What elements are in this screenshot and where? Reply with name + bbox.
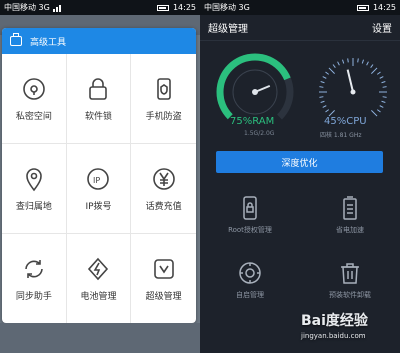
manage-tools-grid: Root授权管理 省电加速 自启管理 预装软件卸载 [200,185,400,315]
cpu-gauge-tick [320,81,325,84]
battery-bolt-icon [84,255,112,283]
cpu-gauge-tick [370,64,374,69]
yuan-icon [150,165,178,193]
settings-button[interactable]: 设置 [372,20,392,35]
tool-label: 预装软件卸载 [329,291,371,299]
cpu-gauge-tick [332,64,336,69]
svg-text:IP: IP [93,176,100,185]
ram-value: 75%RAM [230,116,275,127]
cpu-gauge-tick [361,59,364,64]
tool-recharge[interactable]: 话费充值 [131,144,196,234]
cpu-gauge-tick [328,67,335,74]
cpu-gauge-tick [376,71,381,75]
status-bar: 中国移动 3G 14:25 [200,0,400,15]
watermark-text: Bai度经验 [301,313,368,329]
tool-battery[interactable]: 电池管理 [67,234,132,323]
tool-uninstall-preinstalled[interactable]: 预装软件卸载 [300,245,400,315]
cpu-gauge-tick [379,105,384,108]
cpu-gauge-tick [379,76,384,79]
carrier-label: 中国移动 3G [4,3,50,12]
tool-app-lock[interactable]: 软件锁 [66,54,132,144]
cpu-gauge-tick [347,58,349,63]
battery-icon [356,4,369,11]
tool-label: 手机防盗 [145,112,182,122]
tool-super-manage[interactable]: 超级管理 [131,234,196,323]
signal-icon [52,4,61,12]
baidu-watermark: Bai度经验 jingyan.baidu.com [301,310,397,350]
tool-label: 话费充值 [145,202,182,212]
advanced-tools-panel: 高级工具 私密空间 软件锁 手机防盗 查归属地 IP IP拨号 话费充值 同步助… [2,28,196,323]
battery-icon [343,196,357,220]
cpu-gauge-tick [382,96,387,98]
tool-label: 超级管理 [145,292,182,302]
phone-lock-icon [243,196,257,220]
battery-icon [156,4,169,11]
tool-root-auth[interactable]: Root授权管理 [200,185,300,245]
cpu-gauge-tick [320,100,325,103]
tool-private-space[interactable]: 私密空间 [2,54,67,144]
tools-grid: 私密空间 软件锁 手机防盗 查归属地 IP IP拨号 话费充值 同步助手 电池管… [2,54,196,323]
tool-label: 电池管理 [80,292,117,302]
cpu-gauge-tick [381,81,386,84]
tool-autostart[interactable]: 自启管理 [200,245,300,315]
carrier-label: 中国移动 3G [204,3,250,12]
gear-icon [239,262,261,284]
location-pin-icon [20,165,48,193]
toolbox-icon [10,33,22,46]
cpu-gauge-tick [337,61,340,66]
tool-label: 软件锁 [84,112,112,122]
tool-label: IP拨号 [85,202,112,212]
watermark-url: jingyan.baidu.com [301,332,366,340]
tool-label: 查归属地 [15,202,52,212]
tool-anti-theft[interactable]: 手机防盗 [131,54,196,144]
cpu-gauge-tick [322,76,327,79]
cpu-value: 45%CPU [324,116,367,127]
tool-label: Root授权管理 [228,226,272,234]
cpu-gauge-tick [371,67,378,74]
cpu-gauge-tick [342,59,345,64]
lock-circle-icon [20,75,48,103]
cpu-gauge-tick [325,71,330,75]
right-screen: 中国移动 3G 14:25 超级管理 设置 75%RAM 1.5G/2.0G 4… [200,0,400,353]
cpu-gauge-tick [382,86,387,88]
ip-icon: IP [84,165,112,193]
left-screen: 中国移动 3G 14:25 高级工具 私密空间 软件锁 手机防盗 查归属地 IP… [0,0,200,353]
app-header: 超级管理 设置 [200,15,400,41]
ram-detail: 1.5G/2.0G [244,130,275,137]
clock-label: 14:25 [372,3,396,12]
tool-label: 同步助手 [15,292,52,302]
tool-power-save[interactable]: 省电加速 [300,185,400,245]
clock-label: 14:25 [172,3,196,12]
tool-ip-dial[interactable]: IP IP拨号 [66,144,132,234]
cpu-gauge-tick [357,58,359,63]
tool-sync[interactable]: 同步助手 [2,234,67,323]
cpu-gauge-tick [325,109,330,113]
background-app-bottom [0,323,200,353]
padlock-icon [84,75,112,103]
cpu-detail: 四核 1.81 GHz [320,132,362,139]
cpu-gauge-tick [376,109,381,113]
screenshot: 中国移动 3G 14:25 高级工具 私密空间 软件锁 手机防盗 查归属地 IP… [0,0,400,353]
panel-header: 高级工具 [2,28,196,54]
tool-label: 自启管理 [236,291,264,299]
super-manage-icon [150,255,178,283]
tool-number-location[interactable]: 查归属地 [2,144,67,234]
sync-icon [20,255,48,283]
cpu-gauge-tick [319,96,324,98]
page-title: 超级管理 [208,24,248,35]
cpu-gauge-tick [319,86,324,88]
status-bar: 中国移动 3G 14:25 [0,0,200,15]
cpu-gauge-tick [366,61,369,66]
cpu-gauge-tick [371,110,378,117]
trash-icon [341,263,359,284]
tool-label: 省电加速 [336,226,364,234]
deep-optimize-button[interactable]: 深度优化 [216,151,383,173]
cpu-gauge-tick [381,100,386,103]
cpu-gauge-tick [322,105,327,108]
phone-shield-icon [150,75,178,103]
tool-label: 私密空间 [15,112,52,122]
panel-title: 高级工具 [30,37,67,48]
